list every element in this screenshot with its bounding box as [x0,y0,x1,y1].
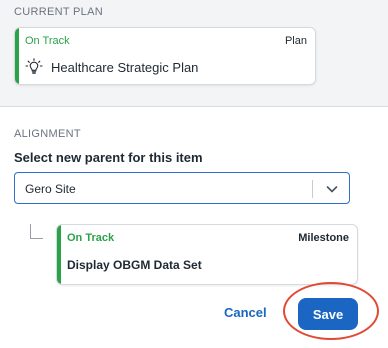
cancel-button[interactable]: Cancel [224,305,267,320]
milestone-name: Display OBGM Data Set [67,258,202,272]
section-divider [0,106,388,107]
save-button[interactable]: Save [298,298,358,330]
milestone-type-label: Milestone [298,232,349,244]
milestone-card: On Track Milestone Display OBGM Data Set [56,224,358,285]
parent-select-dropdown[interactable]: Gero Site [14,172,350,204]
lightbulb-icon [25,58,43,76]
parent-select-label: Select new parent for this item [14,150,203,165]
current-plan-heading: CURRENT PLAN [14,6,103,18]
plan-status-label: On Track [25,35,70,47]
current-plan-card: On Track Plan Healthcare Strategic Plan [14,27,316,85]
status-accent-bar [57,225,61,284]
plan-name: Healthcare Strategic Plan [51,59,199,75]
tree-connector-line [30,224,43,239]
selected-parent-value: Gero Site [25,182,76,196]
plan-type-label: Plan [284,35,307,47]
status-accent-bar [15,28,19,84]
dropdown-separator [312,180,313,198]
alignment-heading: ALIGNMENT [14,128,81,140]
milestone-status-label: On Track [67,232,115,244]
